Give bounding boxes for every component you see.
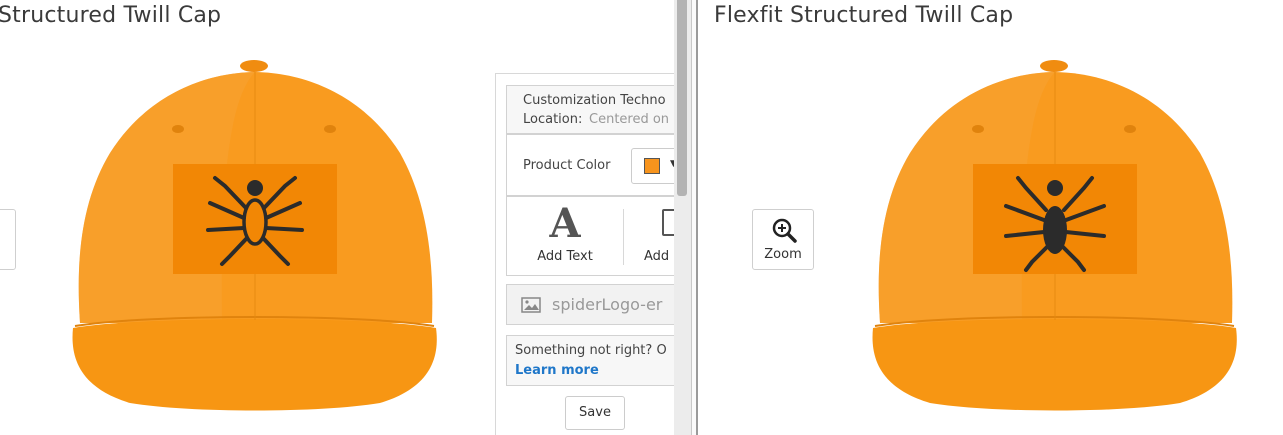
product-title: Structured Twill Cap bbox=[0, 3, 222, 28]
help-box: Something not right? O Learn more bbox=[506, 335, 674, 386]
zoom-button[interactable]: Zoom bbox=[752, 209, 814, 270]
location-label: Location: bbox=[523, 112, 583, 127]
uploaded-file-row[interactable]: spiderLogo-er bbox=[506, 284, 674, 325]
zoom-label: Zoom bbox=[764, 247, 802, 262]
text-a-icon: A bbox=[549, 200, 581, 247]
cap-image bbox=[872, 60, 1237, 411]
image-icon bbox=[662, 209, 674, 236]
scrollbar-thumb[interactable] bbox=[677, 0, 687, 196]
zoom-button[interactable]: n bbox=[0, 209, 16, 270]
add-text-button[interactable]: A Add Text bbox=[507, 197, 623, 277]
cap-image bbox=[72, 60, 437, 411]
zoom-label: n bbox=[0, 247, 15, 262]
add-content-row: A Add Text Add bbox=[506, 196, 674, 276]
add-image-button[interactable]: Add bbox=[624, 197, 674, 277]
add-text-label: Add Text bbox=[537, 249, 593, 264]
product-color-select[interactable]: ▼ bbox=[631, 148, 674, 184]
learn-more-link[interactable]: Learn more bbox=[515, 363, 599, 378]
customization-panel: Customization Techno Location: Centered … bbox=[495, 73, 674, 435]
tech-label: Customization Techno bbox=[523, 93, 666, 108]
color-swatch bbox=[644, 158, 660, 174]
left-preview-pane: Structured Twill Cap n bbox=[0, 0, 674, 435]
tech-info-box: Customization Techno Location: Centered … bbox=[506, 85, 674, 134]
location-value: Centered on bbox=[589, 112, 670, 127]
add-image-label: Add bbox=[644, 249, 670, 264]
pane-divider[interactable] bbox=[691, 0, 698, 435]
product-color-row: Product Color ▼ bbox=[506, 134, 674, 196]
save-button[interactable]: Save bbox=[565, 396, 625, 430]
product-title: Flexfit Structured Twill Cap bbox=[714, 3, 1014, 28]
right-preview-pane: Flexfit Structured Twill Cap Zoom bbox=[698, 0, 1283, 435]
product-color-label: Product Color bbox=[523, 158, 611, 173]
help-question: Something not right? O bbox=[515, 343, 667, 358]
magnifier-plus-icon bbox=[772, 218, 797, 243]
image-file-icon bbox=[521, 297, 541, 313]
file-name: spiderLogo-er bbox=[552, 295, 663, 314]
